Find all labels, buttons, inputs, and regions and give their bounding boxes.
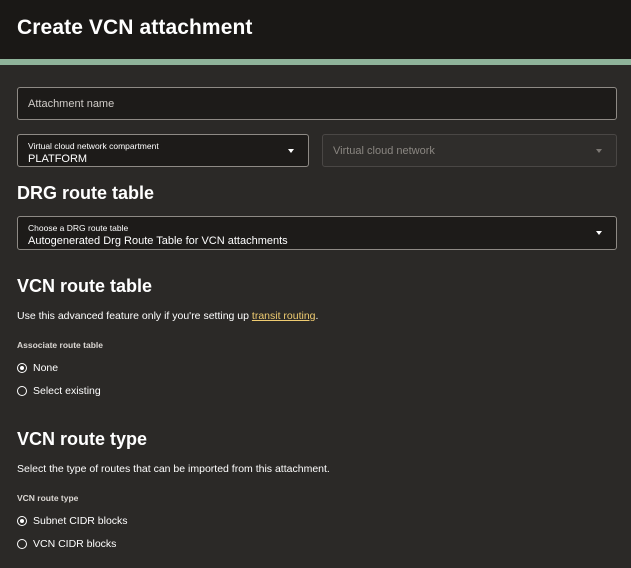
- description-text-end: .: [315, 310, 319, 322]
- radio-label: Subnet CIDR blocks: [33, 515, 128, 527]
- page-title: Create VCN attachment: [17, 16, 253, 39]
- radio-checked-icon[interactable]: [17, 363, 27, 373]
- vcn-route-type-description: Select the type of routes that can be im…: [17, 463, 330, 475]
- radio-unchecked-icon[interactable]: [17, 539, 27, 549]
- drg-route-table-heading: DRG route table: [17, 183, 155, 203]
- attachment-name-placeholder: Attachment name: [28, 97, 115, 110]
- radio-label: Select existing: [33, 385, 101, 397]
- drg-route-table-select-label: Choose a DRG route table: [28, 223, 129, 233]
- vcn-compartment-value: PLATFORM: [28, 153, 88, 165]
- vcn-route-table-heading: VCN route table: [17, 276, 153, 296]
- chevron-down-icon: [596, 148, 602, 153]
- virtual-cloud-network-select[interactable]: Virtual cloud network: [322, 134, 617, 167]
- transit-routing-link[interactable]: transit routing: [252, 310, 316, 322]
- radio-option-subnet-cidr[interactable]: Subnet CIDR blocks: [17, 514, 128, 528]
- chevron-down-icon: [288, 148, 294, 153]
- vcn-route-table-description: Use this advanced feature only if you're…: [17, 310, 318, 322]
- radio-label: VCN CIDR blocks: [33, 538, 117, 550]
- header-accent-bar: [0, 59, 631, 65]
- radio-option-select-existing[interactable]: Select existing: [17, 384, 101, 398]
- drg-route-table-select-value: Autogenerated Drg Route Table for VCN at…: [28, 235, 288, 247]
- radio-option-vcn-cidr[interactable]: VCN CIDR blocks: [17, 537, 116, 551]
- radio-option-none[interactable]: None: [17, 361, 58, 375]
- attachment-name-input[interactable]: Attachment name: [17, 87, 617, 120]
- vcn-route-type-heading: VCN route type: [17, 429, 148, 449]
- description-text: Use this advanced feature only if you're…: [17, 310, 252, 322]
- chevron-down-icon: [596, 231, 602, 235]
- virtual-cloud-network-placeholder: Virtual cloud network: [333, 144, 435, 157]
- panel-header: Create VCN attachment: [0, 0, 631, 59]
- radio-unchecked-icon[interactable]: [17, 386, 27, 396]
- vcn-route-type-label: VCN route type: [17, 493, 79, 503]
- radio-label: None: [33, 362, 59, 374]
- vcn-compartment-select[interactable]: Virtual cloud network compartment PLATFO…: [17, 134, 309, 167]
- radio-checked-icon[interactable]: [17, 516, 27, 526]
- associate-route-table-label: Associate route table: [17, 340, 103, 350]
- drg-route-table-select[interactable]: Choose a DRG route table Autogenerated D…: [17, 216, 617, 250]
- vcn-compartment-label: Virtual cloud network compartment: [28, 141, 159, 151]
